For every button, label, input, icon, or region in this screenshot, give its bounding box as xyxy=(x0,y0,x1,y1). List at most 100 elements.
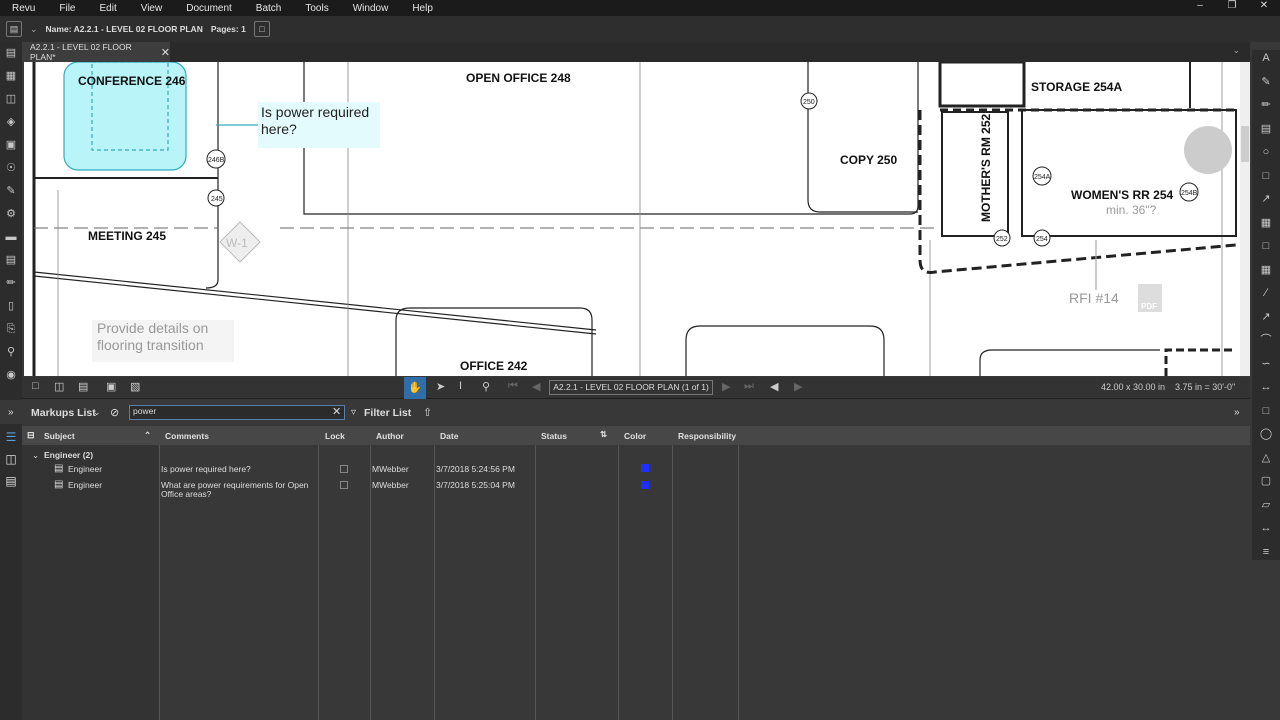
next-page-icon[interactable]: ▶ xyxy=(722,380,730,393)
more-icon[interactable]: » xyxy=(1234,407,1240,418)
search-icon[interactable]: ⚲ xyxy=(3,344,19,360)
bookmarks-icon[interactable]: ◫ xyxy=(3,91,19,107)
expand-group-icon[interactable]: ⌄ xyxy=(32,450,39,461)
js-icon[interactable]: ▤ xyxy=(5,474,16,488)
callout-power-line1[interactable]: Is power required xyxy=(261,104,369,120)
sync-icon[interactable]: ▣ xyxy=(106,380,116,393)
pen-icon[interactable]: ✏ xyxy=(1258,97,1274,113)
zoom-icon[interactable]: ⚲ xyxy=(482,380,490,393)
column-status[interactable]: Status xyxy=(541,431,567,441)
cutout-icon[interactable]: ▱ xyxy=(1258,497,1274,513)
rectangle-icon[interactable]: □ xyxy=(1258,403,1274,419)
column-author[interactable]: Author xyxy=(376,431,404,441)
markups-search-input[interactable]: power xyxy=(129,405,345,420)
hide-markups-icon[interactable]: ⊘ xyxy=(110,406,119,419)
scale-readout[interactable]: 3.75 in = 30'-0" xyxy=(1175,382,1235,392)
file-icon[interactable]: ▤ xyxy=(3,45,19,61)
last-page-icon[interactable]: ⏭ xyxy=(744,380,754,393)
menu-window[interactable]: Window xyxy=(341,3,401,14)
callout-flooring-line1[interactable]: Provide details on xyxy=(97,320,208,336)
snapshot-icon[interactable]: □ xyxy=(1258,238,1274,254)
minimize-icon[interactable]: – xyxy=(1184,0,1216,16)
studio-icon[interactable]: ◉ xyxy=(3,367,19,383)
cloud-note[interactable]: min. 36"? xyxy=(1106,203,1157,217)
callout-power-line2[interactable]: here? xyxy=(261,121,297,137)
select-tool-icon[interactable]: ➤ xyxy=(436,380,445,393)
layers-icon[interactable]: ◈ xyxy=(3,114,19,130)
thumbnails-icon[interactable]: ▦ xyxy=(3,68,19,84)
column-settings-icon[interactable]: ⇅ xyxy=(600,429,607,440)
first-page-icon[interactable]: ⏮ xyxy=(508,380,518,393)
restore-icon[interactable]: ❐ xyxy=(1216,0,1248,16)
cloud-icon[interactable]: ○ xyxy=(1258,144,1274,160)
lock-checkbox[interactable] xyxy=(340,465,348,473)
filter-icon[interactable]: ▿ xyxy=(351,407,356,418)
color-swatch[interactable] xyxy=(641,481,649,489)
tool-chest-icon[interactable]: ▣ xyxy=(3,137,19,153)
add-page-icon[interactable]: □ xyxy=(253,21,270,37)
menu-batch[interactable]: Batch xyxy=(244,3,294,14)
text-box-icon[interactable]: A xyxy=(1258,50,1274,66)
single-page-icon[interactable]: □ xyxy=(32,380,39,392)
ellipse-icon[interactable]: ◯ xyxy=(1258,426,1274,442)
settings-icon[interactable]: ⚙ xyxy=(3,206,19,222)
collapse-all-icon[interactable]: ⊟ xyxy=(27,430,35,441)
menu-revu[interactable]: Revu xyxy=(0,3,47,14)
column-date[interactable]: Date xyxy=(440,431,458,441)
prev-page-icon[interactable]: ◀ xyxy=(532,380,540,393)
forms-icon[interactable]: ▤ xyxy=(3,252,19,268)
tab-document[interactable]: A2.2.1 - LEVEL 02 FLOOR PLAN* ✕ xyxy=(22,42,170,62)
rfi-label[interactable]: RFI #14 xyxy=(1069,290,1119,306)
markups-list-title[interactable]: Markups List xyxy=(31,407,96,419)
chevron-down-icon[interactable]: ⌄ xyxy=(93,407,101,418)
export-icon[interactable]: ⇧ xyxy=(423,406,432,419)
previous-view-icon[interactable]: ◀ xyxy=(770,380,778,393)
arrow-line-icon[interactable]: ↗ xyxy=(1258,309,1274,325)
chevron-down-icon[interactable]: ⌄ xyxy=(30,24,38,35)
callout-icon[interactable]: □ xyxy=(1258,168,1274,184)
tab-list-chevron-icon[interactable]: ⌄ xyxy=(1232,45,1240,56)
column-lock[interactable]: Lock xyxy=(325,431,345,441)
lock-checkbox[interactable] xyxy=(340,481,348,489)
callout-flooring-line2[interactable]: flooring transition xyxy=(97,337,204,353)
properties-icon[interactable]: ☉ xyxy=(3,160,19,176)
measure-icon[interactable]: ▬ xyxy=(3,229,19,245)
area-icon[interactable]: ▢ xyxy=(1258,473,1274,489)
menu-document[interactable]: Document xyxy=(174,3,244,14)
menu-edit[interactable]: Edit xyxy=(87,3,128,14)
pdf-attachment-icon[interactable]: PDF xyxy=(1138,284,1162,312)
crop-icon[interactable]: ▦ xyxy=(1258,262,1274,278)
sort-asc-icon[interactable]: ⌃ xyxy=(144,430,151,441)
column-responsibility[interactable]: Responsibility xyxy=(678,431,736,441)
arc-icon[interactable]: ⌒ xyxy=(1258,332,1274,348)
column-color[interactable]: Color xyxy=(624,431,646,441)
3d-icon[interactable]: ◫ xyxy=(5,452,16,466)
text-select-icon[interactable]: I xyxy=(459,380,462,392)
polyline-icon[interactable]: ∽ xyxy=(1258,356,1274,372)
print-icon[interactable]: ⎘ xyxy=(3,321,19,337)
pan-tool-icon[interactable]: ✋ xyxy=(404,377,426,399)
signatures-icon[interactable]: ✎ xyxy=(3,183,19,199)
column-comments[interactable]: Comments xyxy=(165,431,209,441)
next-view-icon[interactable]: ▶ xyxy=(794,380,802,393)
menu-file[interactable]: File xyxy=(47,3,87,14)
menu-view[interactable]: View xyxy=(129,3,175,14)
markups-list-icon[interactable]: ☰ xyxy=(6,430,17,444)
split-horizontal-icon[interactable]: ▤ xyxy=(78,380,88,393)
page-selector[interactable]: A2.2.1 - LEVEL 02 FLOOR PLAN (1 of 1) xyxy=(549,380,713,395)
close-window-icon[interactable]: ✕ xyxy=(1248,0,1280,16)
arrow-icon[interactable]: ↗ xyxy=(1258,191,1274,207)
menu-help[interactable]: Help xyxy=(400,3,445,14)
expand-panel-icon[interactable]: » xyxy=(8,407,14,418)
compare-icon[interactable]: ▧ xyxy=(130,380,140,393)
color-swatch[interactable] xyxy=(641,464,649,472)
polygon-icon[interactable]: △ xyxy=(1258,450,1274,466)
document-menu-icon[interactable]: ▤ xyxy=(6,21,22,37)
length-icon[interactable]: ↔ xyxy=(1258,520,1274,536)
tag-icon[interactable]: ▯ xyxy=(3,298,19,314)
scroll-thumb[interactable] xyxy=(1241,126,1249,162)
drawing-canvas[interactable]: Is power required here? Provide details … xyxy=(24,62,1240,376)
clear-search-icon[interactable]: ✕ xyxy=(332,405,341,418)
column-subject[interactable]: Subject xyxy=(44,431,75,441)
filter-list-button[interactable]: Filter List xyxy=(364,407,411,419)
